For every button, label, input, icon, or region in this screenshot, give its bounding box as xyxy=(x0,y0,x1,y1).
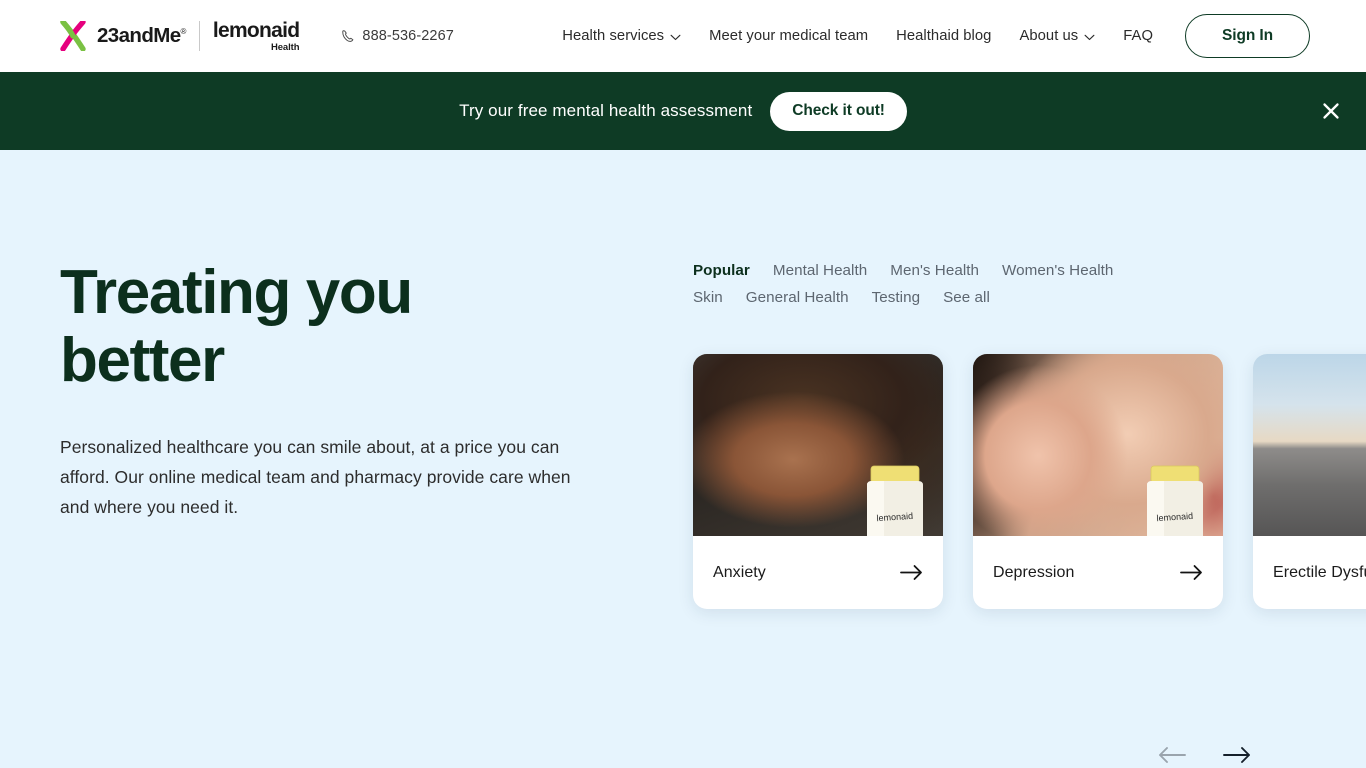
arrow-right-icon xyxy=(1223,747,1250,763)
promo-message: Try our free mental health assessment xyxy=(459,101,753,120)
nav-label: About us xyxy=(1019,28,1079,44)
nav-item-faq[interactable]: FAQ xyxy=(1109,28,1167,44)
phone-icon xyxy=(342,30,354,42)
photo-erectile-dysfunction xyxy=(1253,354,1366,536)
category-filter-popular[interactable]: Popular xyxy=(693,262,750,279)
card-title: Depression xyxy=(993,563,1075,581)
arrow-right-icon[interactable] xyxy=(1180,564,1204,581)
chromosome-x-logo-icon xyxy=(60,20,86,51)
category-filter-see-all[interactable]: See all xyxy=(943,289,990,306)
nav-item-about-us[interactable]: About us xyxy=(1005,28,1109,44)
chevron-down-icon xyxy=(1084,34,1095,40)
category-filter-general-health[interactable]: General Health xyxy=(746,289,849,306)
carousel-navigation xyxy=(1157,744,1252,766)
hero-subtitle: Personalized healthcare you can smile ab… xyxy=(60,437,571,517)
promo-close-button[interactable] xyxy=(1314,94,1348,128)
nav-label: FAQ xyxy=(1123,28,1154,44)
treatment-carousel[interactable]: lemonaid Anxiety lemonaid Depression Ere… xyxy=(693,354,1366,627)
photo-anxiety xyxy=(693,354,943,536)
main-navigation: Health services Meet your medical team H… xyxy=(548,14,1310,58)
category-filter-list: Popular Mental Health Men's Health Women… xyxy=(693,262,1168,306)
treatments-browser: Popular Mental Health Men's Health Women… xyxy=(660,150,1366,768)
carousel-prev-button[interactable] xyxy=(1157,744,1187,766)
brand-logo[interactable]: 23andMe® lemonaid Health xyxy=(60,18,300,53)
card-title: Anxiety xyxy=(713,563,766,581)
treatment-card-erectile-dysfunction[interactable]: Erectile Dysfunction xyxy=(1253,354,1366,609)
hero-section: Treating you better Personalized healthc… xyxy=(0,150,1366,768)
promo-banner: Try our free mental health assessment Ch… xyxy=(0,72,1366,150)
brand-name-health: Health xyxy=(270,41,300,53)
sign-in-button[interactable]: Sign In xyxy=(1185,14,1310,58)
nav-label: Meet your medical team xyxy=(709,28,869,44)
category-filter-mens-health[interactable]: Men's Health xyxy=(890,262,979,279)
nav-item-meet-your-medical-team[interactable]: Meet your medical team xyxy=(695,28,882,44)
site-header: 23andMe® lemonaid Health 888-536-2267 He… xyxy=(0,0,1366,72)
registered-mark: ® xyxy=(180,26,187,36)
promo-cta-button[interactable]: Check it out! xyxy=(770,91,907,131)
nav-label: Health services xyxy=(562,28,665,44)
category-filter-mental-health[interactable]: Mental Health xyxy=(773,262,867,279)
hero-copy: Treating you better Personalized healthc… xyxy=(60,150,660,768)
phone-link[interactable]: 888-536-2267 xyxy=(341,28,454,44)
brand-name-lemonaid: lemonaid xyxy=(212,18,300,42)
treatment-card-depression[interactable]: lemonaid Depression xyxy=(973,354,1223,609)
chevron-down-icon xyxy=(670,34,681,40)
category-filter-skin[interactable]: Skin xyxy=(693,289,723,306)
logo-divider xyxy=(198,20,200,51)
card-image: lemonaid xyxy=(693,354,943,536)
close-icon xyxy=(1323,103,1339,119)
category-filter-womens-health[interactable]: Women's Health xyxy=(1002,262,1113,279)
card-image: lemonaid xyxy=(973,354,1223,536)
arrow-right-icon[interactable] xyxy=(900,564,924,581)
phone-number: 888-536-2267 xyxy=(362,28,454,44)
page-title: Treating you better xyxy=(60,258,413,395)
card-title: Erectile Dysfunction xyxy=(1273,563,1366,581)
nav-label: Healthaid blog xyxy=(896,28,992,44)
arrow-left-icon xyxy=(1159,747,1186,763)
nav-item-health-services[interactable]: Health services xyxy=(548,28,695,44)
nav-item-healthaid-blog[interactable]: Healthaid blog xyxy=(882,28,1005,44)
photo-depression xyxy=(973,354,1223,536)
treatment-card-anxiety[interactable]: lemonaid Anxiety xyxy=(693,354,943,609)
card-image xyxy=(1253,354,1366,536)
brand-name-23andme: 23andMe® xyxy=(97,23,187,47)
carousel-next-button[interactable] xyxy=(1222,744,1252,766)
category-filter-testing[interactable]: Testing xyxy=(872,289,920,306)
